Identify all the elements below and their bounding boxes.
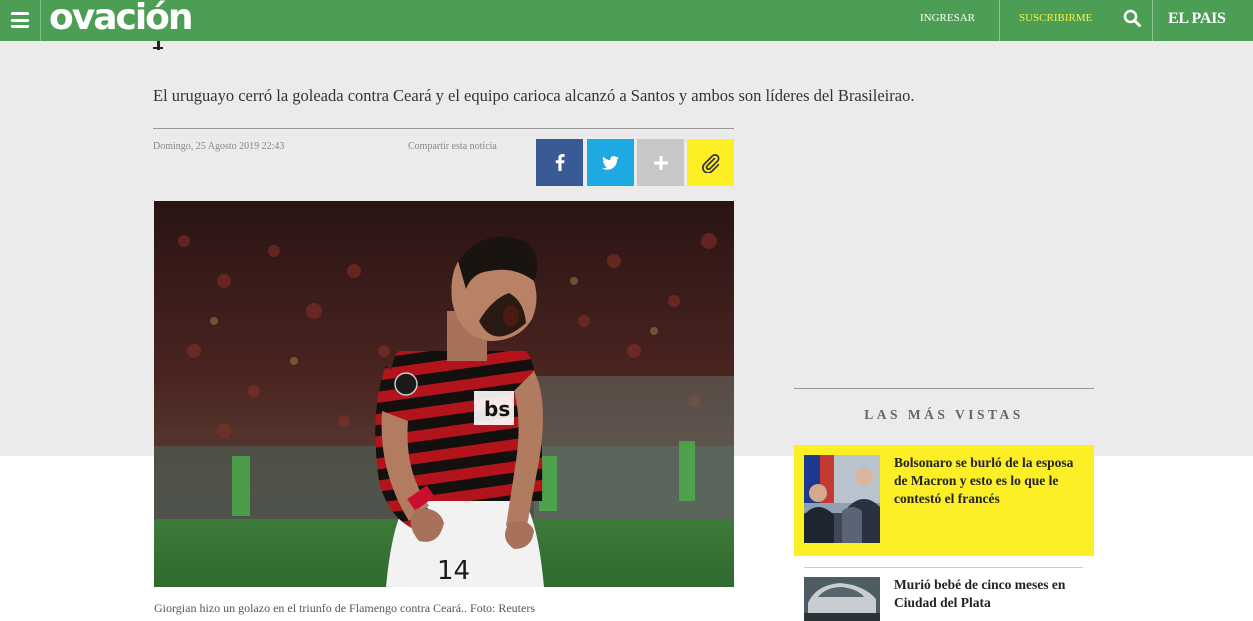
share-facebook-button[interactable] [536,139,583,186]
share-twitter-button[interactable] [587,139,634,186]
share-more-button[interactable] [637,139,684,186]
plus-icon [653,155,668,170]
search-icon[interactable] [1123,9,1141,27]
news-title[interactable]: Murió bebé de cinco meses en Ciudad del … [894,576,1084,612]
headline-fragment [153,41,163,50]
news-title[interactable]: Bolsonaro se burló de la esposa de Macro… [894,454,1084,508]
nav-divider [1152,0,1153,41]
menu-icon [11,12,29,28]
sidebar-divider [794,388,1094,389]
paperclip-icon [701,153,719,173]
twitter-icon [602,155,619,170]
svg-text:bs: bs [484,397,510,421]
nav-divider [999,0,1000,41]
meta-divider [153,128,734,129]
site-logo[interactable]: ovación [49,0,194,40]
el-pais-brand-link[interactable]: EL PAIS [1168,0,1226,41]
share-label: Compartir esta noticia [408,141,497,152]
article-photo: bs 14 [154,201,734,587]
subscribe-link[interactable]: SUSCRIBIRME [1019,0,1092,41]
menu-button[interactable] [0,0,41,41]
top-navigation-bar: ovación INGRESAR SUSCRIBIRME EL PAIS [0,0,1253,41]
news-thumbnail[interactable] [804,577,880,621]
copy-link-button[interactable] [687,139,734,186]
article-subtitle: El uruguayo cerró la goleada contra Cear… [153,86,915,105]
article-date: Domingo, 25 Agosto 2019 22:43 [153,141,285,152]
most-viewed-item[interactable]: Bolsonaro se burló de la esposa de Macro… [794,445,1094,556]
item-divider [804,567,1083,568]
svg-text:14: 14 [437,556,470,586]
facebook-icon [555,154,565,171]
news-thumbnail[interactable] [804,455,880,543]
login-link[interactable]: INGRESAR [920,0,975,41]
photo-caption: Giorgian hizo un golazo en el triunfo de… [154,601,536,615]
most-viewed-heading: LAS MÁS VISTAS [864,407,1024,422]
